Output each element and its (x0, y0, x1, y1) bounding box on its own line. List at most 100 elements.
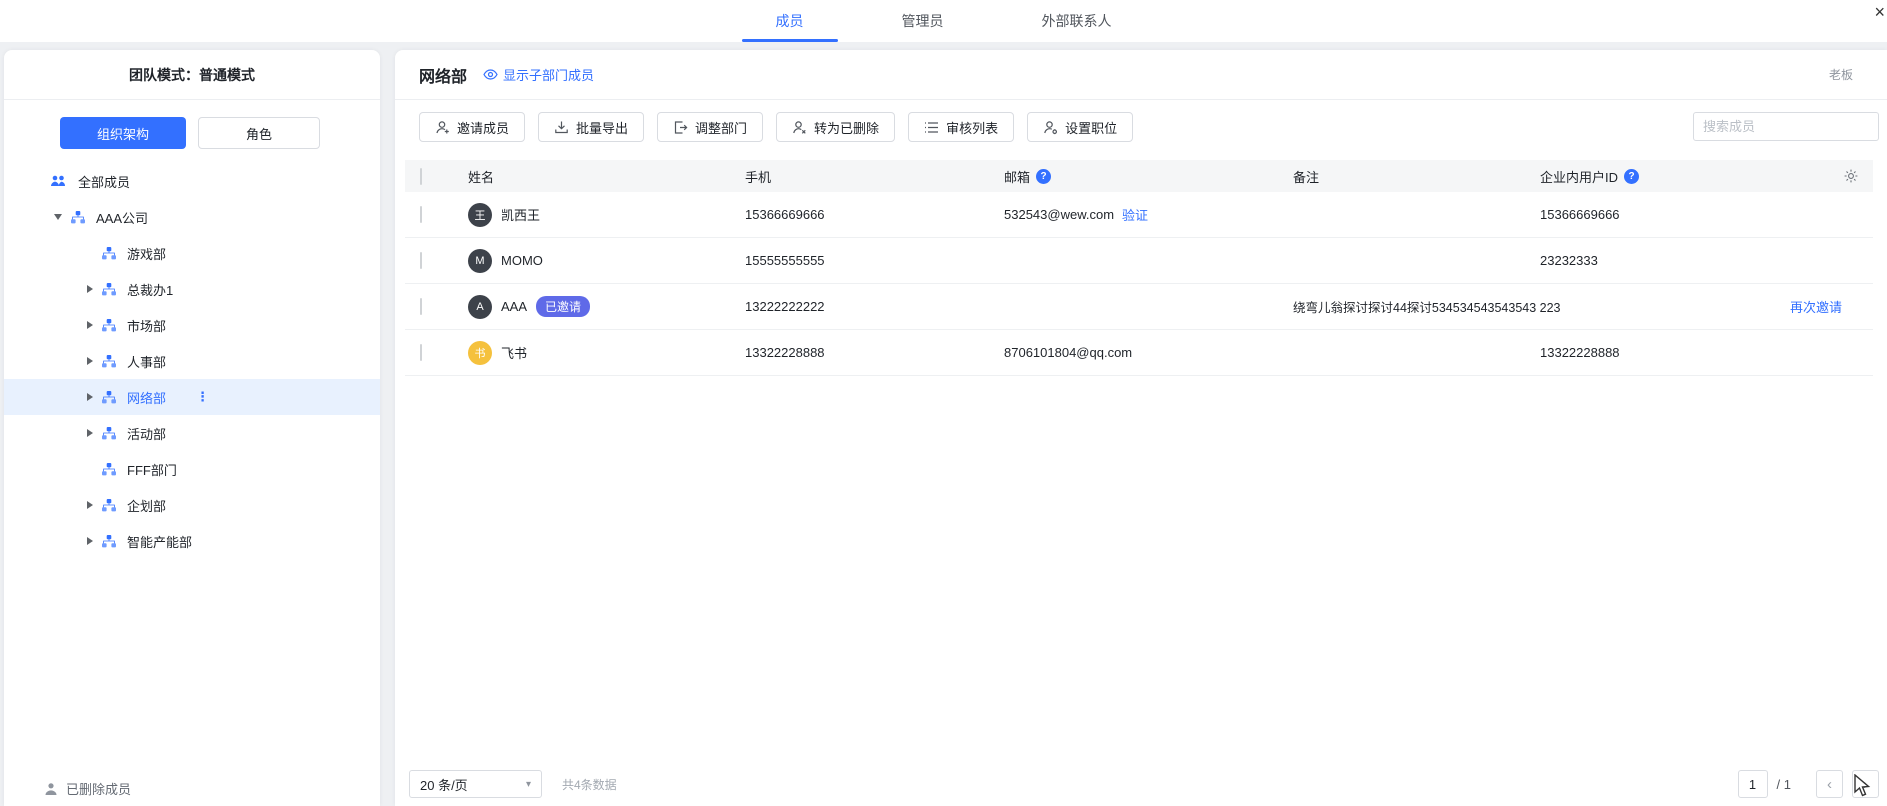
org-structure-button[interactable]: 组织架构 (60, 117, 186, 149)
select-all-checkbox[interactable] (420, 168, 422, 185)
department-title: 网络部 (419, 63, 467, 87)
tab-external-contacts[interactable]: 外部联系人 (1008, 11, 1146, 42)
caret-right-icon[interactable] (87, 537, 93, 545)
department-header: 网络部 显示子部门成员 老板 (395, 50, 1887, 100)
sidebar-item-smart-capacity-dept[interactable]: 智能产能部 (4, 523, 380, 559)
caret-right-icon[interactable] (87, 321, 93, 329)
role-button[interactable]: 角色 (198, 117, 320, 149)
column-settings-icon[interactable] (1843, 168, 1859, 184)
member-note: 绕弯儿翁探讨探讨44探讨534534543543543 223 (1293, 297, 1540, 316)
show-subdept-members-link[interactable]: 显示子部门成员 (483, 65, 594, 84)
member-toolbar: 邀请成员 批量导出 调整部门 转为已删除 审核列表 设置职位 (419, 112, 1133, 142)
email-help-icon[interactable]: ? (1036, 169, 1051, 184)
tree-item-label: AAA公司 (96, 208, 148, 227)
adjust-department-button[interactable]: 调整部门 (657, 112, 763, 142)
member-name: MOMO (501, 253, 543, 268)
review-list-button[interactable]: 审核列表 (908, 112, 1014, 142)
member-name: 凯西王 (501, 205, 540, 224)
table-row[interactable]: A AAA 已邀请 13222222222 绕弯儿翁探讨探讨44探讨534534… (405, 284, 1873, 330)
adjust-department-label: 调整部门 (695, 118, 747, 137)
tree-item-label: 人事部 (127, 352, 166, 371)
sidebar-item-all-members[interactable]: 全部成员 (4, 163, 380, 199)
member-name: AAA (501, 299, 527, 314)
verify-email-link[interactable]: 验证 (1122, 205, 1148, 224)
caret-right-icon[interactable] (87, 285, 93, 293)
deleted-members-link[interactable]: 已删除成员 (44, 779, 131, 798)
member-user-id: 13322228888 (1540, 345, 1790, 360)
total-count-label: 共4条数据 (562, 776, 617, 793)
avatar: A (468, 295, 492, 319)
next-page-button[interactable]: › (1852, 770, 1879, 798)
chevron-down-icon: ▾ (526, 779, 531, 790)
set-position-label: 设置职位 (1065, 118, 1117, 137)
caret-right-icon[interactable] (87, 429, 93, 437)
list-icon (924, 121, 939, 134)
search-input[interactable] (1703, 119, 1879, 134)
row-checkbox[interactable] (420, 206, 422, 223)
member-phone: 15366669666 (745, 207, 1004, 222)
department-icon (102, 463, 116, 476)
sidebar-item-aaa-company[interactable]: AAA公司 (4, 199, 380, 235)
col-email: 邮箱? (1004, 167, 1293, 186)
tree-item-label: 智能产能部 (127, 532, 192, 551)
sidebar-item-ceo-office[interactable]: 总裁办1 (4, 271, 380, 307)
reinvite-link[interactable]: 再次邀请 (1790, 300, 1842, 315)
department-icon (102, 319, 116, 332)
sidebar-item-market-dept[interactable]: 市场部 (4, 307, 380, 343)
set-position-button[interactable]: 设置职位 (1027, 112, 1133, 142)
caret-down-icon[interactable] (54, 214, 62, 220)
col-name: 姓名 (468, 167, 745, 186)
sidebar-item-fff-dept[interactable]: FFF部门 (4, 451, 380, 487)
tab-members[interactable]: 成员 (742, 11, 838, 42)
prev-page-button[interactable]: ‹ (1816, 770, 1843, 798)
sidebar-item-game-dept[interactable]: 游戏部 (4, 235, 380, 271)
eye-icon (483, 69, 498, 80)
row-checkbox[interactable] (420, 252, 422, 269)
table-row[interactable]: 王 凯西王 15366669666 532543@wew.com 验证 1536… (405, 192, 1873, 238)
person-add-icon (435, 120, 450, 135)
row-checkbox[interactable] (420, 298, 422, 315)
more-actions-icon[interactable]: ⋮ (196, 392, 209, 402)
avatar: M (468, 249, 492, 273)
pagination-bar: 20 条/页 ▾ 共4条数据 1 / 1 ‹ › (395, 762, 1887, 806)
table-row[interactable]: M MOMO 15555555555 23232333 (405, 238, 1873, 284)
deleted-person-icon (44, 782, 58, 796)
user-id-help-icon[interactable]: ? (1624, 169, 1639, 184)
tree-item-label: 总裁办1 (127, 280, 173, 299)
caret-right-icon[interactable] (87, 357, 93, 365)
member-phone: 13322228888 (745, 345, 1004, 360)
department-icon (71, 211, 85, 224)
show-subdept-members-label: 显示子部门成员 (503, 65, 594, 84)
member-phone: 15555555555 (745, 253, 1004, 268)
caret-right-icon[interactable] (87, 393, 93, 401)
tab-admins[interactable]: 管理员 (868, 11, 978, 42)
avatar: 书 (468, 341, 492, 365)
row-checkbox[interactable] (420, 344, 422, 361)
tree-item-label: FFF部门 (127, 460, 177, 479)
department-icon (102, 499, 116, 512)
avatar: 王 (468, 203, 492, 227)
sidebar-item-planning-dept[interactable]: 企划部 (4, 487, 380, 523)
member-search (1693, 112, 1879, 141)
move-to-deleted-label: 转为已删除 (814, 118, 879, 137)
table-row[interactable]: 书 飞书 13322228888 8706101804@qq.com 13322… (405, 330, 1873, 376)
batch-export-button[interactable]: 批量导出 (538, 112, 644, 142)
team-mode-title: 团队模式：普通模式 (4, 50, 380, 100)
page-size-select[interactable]: 20 条/页 ▾ (409, 770, 542, 798)
current-page-input[interactable]: 1 (1738, 770, 1768, 798)
close-icon[interactable]: × (1874, 3, 1885, 21)
col-phone: 手机 (745, 167, 1004, 186)
caret-right-icon[interactable] (87, 501, 93, 509)
tree-item-label: 网络部 (127, 388, 166, 407)
sidebar-item-network-dept[interactable]: 网络部 ⋮ (4, 379, 380, 415)
top-tab-bar: 成员 管理员 外部联系人 (0, 0, 1887, 42)
org-tree: 全部成员 AAA公司 游戏部 总裁办1 市场部 (4, 163, 380, 559)
sidebar-item-activity-dept[interactable]: 活动部 (4, 415, 380, 451)
member-name: 飞书 (501, 343, 527, 362)
invite-member-button[interactable]: 邀请成员 (419, 112, 525, 142)
move-to-deleted-button[interactable]: 转为已删除 (776, 112, 895, 142)
tree-item-label: 企划部 (127, 496, 166, 515)
tree-item-label: 游戏部 (127, 244, 166, 263)
col-note: 备注 (1293, 167, 1540, 186)
sidebar-item-hr-dept[interactable]: 人事部 (4, 343, 380, 379)
